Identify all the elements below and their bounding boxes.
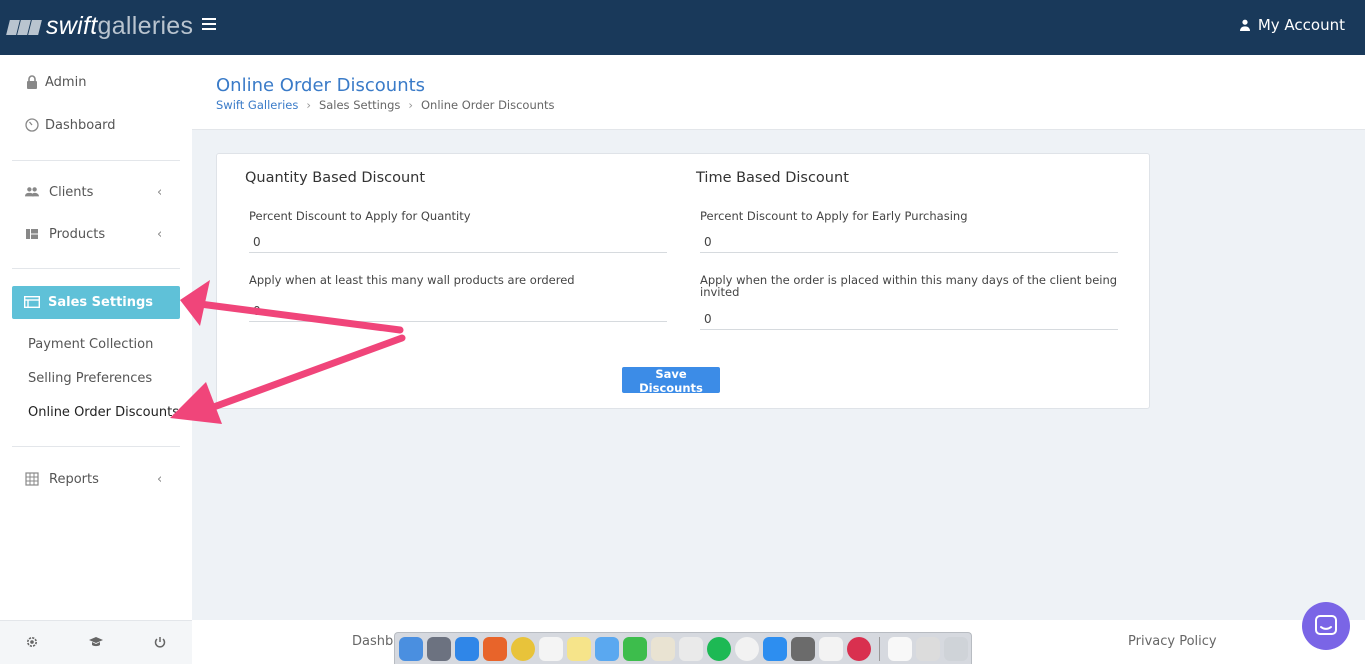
sidebar-item-label: Sales Settings xyxy=(48,295,154,310)
preview-icon[interactable] xyxy=(651,636,675,661)
sidebar-item-clients[interactable]: Clients ‹ xyxy=(0,177,192,207)
sidebar-item-dashboard[interactable]: Dashboard xyxy=(0,110,192,140)
sidebar-item-label: Admin xyxy=(45,74,87,90)
macos-dock xyxy=(394,632,972,664)
people-icon xyxy=(25,187,39,197)
facetime-icon[interactable] xyxy=(623,636,647,661)
logo[interactable]: swiftgalleries xyxy=(6,12,193,41)
chrome-icon[interactable] xyxy=(511,636,535,661)
lock-icon xyxy=(27,75,37,89)
page-title: Online Order Discounts xyxy=(216,75,426,96)
gauge-icon xyxy=(25,118,39,132)
dock-separator xyxy=(879,636,880,661)
my-account-button[interactable]: My Account xyxy=(1239,16,1345,34)
my-account-label: My Account xyxy=(1257,16,1345,34)
app-store-icon[interactable] xyxy=(763,636,787,661)
breadcrumb: Swift Galleries › Sales Settings › Onlin… xyxy=(216,98,555,112)
notes-icon[interactable] xyxy=(567,636,591,661)
launchpad-icon[interactable] xyxy=(427,636,451,661)
breadcrumb-item[interactable]: Sales Settings xyxy=(319,98,400,112)
grid-list-icon xyxy=(26,229,38,239)
window-icon xyxy=(24,296,40,308)
quantity-section-title: Quantity Based Discount xyxy=(245,170,426,186)
chevron-left-icon: ‹ xyxy=(157,184,163,200)
spotify-icon[interactable] xyxy=(707,636,731,661)
sidebar-item-products[interactable]: Products ‹ xyxy=(0,219,192,249)
photos-icon[interactable] xyxy=(819,636,843,661)
quantity-count-input[interactable] xyxy=(249,300,667,322)
footer-dashboard-link[interactable]: Dashb xyxy=(352,634,393,649)
sidebar-item-label: Reports xyxy=(49,471,99,487)
sidebar-subitem-payment-collection[interactable]: Payment Collection xyxy=(28,337,153,352)
breadcrumb-home-link[interactable]: Swift Galleries xyxy=(216,98,298,112)
power-icon[interactable] xyxy=(153,635,167,649)
calendar-icon[interactable] xyxy=(539,636,563,661)
sidebar-item-label: Products xyxy=(49,226,106,242)
logo-text-bold: swift xyxy=(46,12,98,40)
breadcrumb-chevron-icon: › xyxy=(408,98,413,112)
document-icon[interactable] xyxy=(888,636,912,661)
quantity-percent-input[interactable] xyxy=(249,231,667,253)
system-preferences-icon[interactable] xyxy=(791,636,815,661)
sidebar-divider xyxy=(12,160,180,161)
safari-icon[interactable] xyxy=(455,636,479,661)
gear-icon[interactable] xyxy=(25,635,39,649)
sidebar-item-admin[interactable]: Admin xyxy=(0,67,192,97)
sidebar-item-label: Clients xyxy=(49,184,94,200)
chevron-left-icon: ‹ xyxy=(157,226,163,242)
table-icon xyxy=(25,472,39,486)
page-header: Online Order Discounts Swift Galleries ›… xyxy=(192,55,1365,130)
trash-icon[interactable] xyxy=(944,636,968,661)
logo-text-light: galleries xyxy=(97,12,194,40)
breadcrumb-current: Online Order Discounts xyxy=(420,98,555,112)
time-section-title: Time Based Discount xyxy=(696,170,849,186)
chevron-left-icon: ‹ xyxy=(157,471,163,487)
footer-privacy-link[interactable]: Privacy Policy xyxy=(1128,634,1217,649)
numbers-icon[interactable] xyxy=(679,636,703,661)
discounts-card: Quantity Based Discount Percent Discount… xyxy=(216,153,1150,409)
chat-icon xyxy=(1315,615,1337,635)
logo-mark-icon xyxy=(6,17,42,37)
graduation-cap-icon[interactable] xyxy=(89,635,103,649)
sidebar: Admin Dashboard Clients ‹ Products ‹ Sal… xyxy=(0,55,192,664)
time-days-label: Apply when the order is placed within th… xyxy=(700,273,1118,299)
chat-launcher-button[interactable] xyxy=(1302,602,1350,650)
sidebar-divider xyxy=(12,446,180,447)
messages-icon[interactable] xyxy=(595,636,619,661)
sidebar-item-reports[interactable]: Reports ‹ xyxy=(0,464,192,494)
menu-toggle-icon[interactable] xyxy=(202,18,216,32)
sidebar-footer xyxy=(0,620,192,664)
sidebar-subitem-online-order-discounts[interactable]: Online Order Discounts xyxy=(28,405,179,420)
firefox-icon[interactable] xyxy=(483,636,507,661)
sidebar-subitem-selling-preferences[interactable]: Selling Preferences xyxy=(28,371,152,386)
itunes-icon[interactable] xyxy=(735,636,759,661)
finder-icon[interactable] xyxy=(399,636,423,661)
sidebar-item-label: Dashboard xyxy=(45,117,116,133)
time-days-input[interactable] xyxy=(700,308,1118,330)
breadcrumb-chevron-icon: › xyxy=(306,98,311,112)
sidebar-item-sales-settings[interactable]: Sales Settings xyxy=(12,286,180,319)
top-bar: swiftgalleries My Account xyxy=(0,0,1365,55)
quantity-percent-label: Percent Discount to Apply for Quantity xyxy=(249,209,471,223)
time-percent-label: Percent Discount to Apply for Early Purc… xyxy=(700,209,968,223)
user-icon xyxy=(1239,19,1250,31)
chrome-downloads-icon[interactable] xyxy=(916,636,940,661)
time-percent-input[interactable] xyxy=(700,231,1118,253)
lips-app-icon[interactable] xyxy=(847,636,871,661)
quantity-count-label: Apply when at least this many wall produ… xyxy=(249,273,575,287)
sidebar-divider xyxy=(12,268,180,269)
save-discounts-button[interactable]: Save Discounts xyxy=(622,367,720,395)
